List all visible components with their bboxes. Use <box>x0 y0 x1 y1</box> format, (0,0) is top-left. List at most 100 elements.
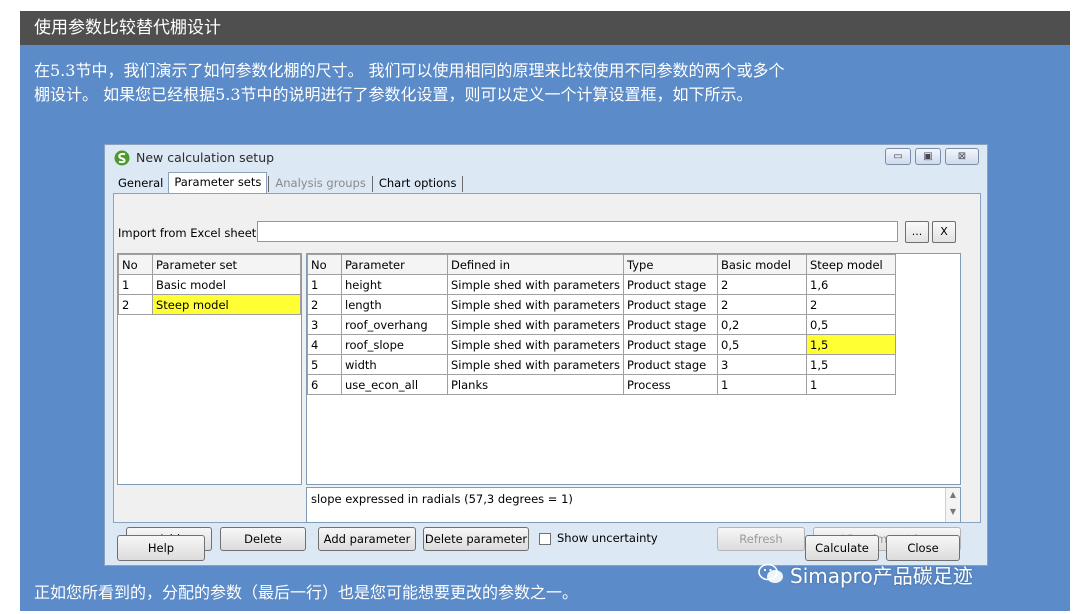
show-uncertainty-checkbox[interactable] <box>539 533 551 545</box>
delete-parameter-button[interactable]: Delete parameter <box>423 527 529 551</box>
cell: 2 <box>307 294 342 315</box>
parameter-table: No Parameter Defined in Type Basic model… <box>307 254 896 395</box>
table-row[interactable]: 5 width Simple shed with parameters Prod… <box>307 354 896 375</box>
table-row[interactable]: 6 use_econ_all Planks Process 1 1 <box>307 374 896 395</box>
cell: Simple shed with parameters <box>447 274 624 295</box>
cell: 3 <box>307 314 342 335</box>
cell: Simple shed with parameters <box>447 294 624 315</box>
cell: Product stage <box>623 334 718 355</box>
cell: 0,5 <box>717 334 807 355</box>
table-row[interactable]: 4 roof_slope Simple shed with parameters… <box>307 334 896 355</box>
column-header: Defined in <box>447 254 624 275</box>
show-uncertainty-label: Show uncertainty <box>557 531 658 545</box>
cell: 1 <box>717 374 807 395</box>
parameter-set-table: No Parameter set 1 Basic model 2 Steep m… <box>118 254 301 315</box>
table-header-row: No Parameter set <box>118 254 301 275</box>
cell: Simple shed with parameters <box>447 334 624 355</box>
cell: 0,5 <box>806 314 896 335</box>
table-row-selected[interactable]: 2 Steep model <box>118 294 301 315</box>
cell-set-name: Steep model <box>152 294 301 315</box>
refresh-button[interactable]: Refresh <box>717 527 805 551</box>
cell: 1 <box>806 374 896 395</box>
cell: Product stage <box>623 294 718 315</box>
minimize-icon: ▭ <box>893 151 903 162</box>
intro-line-1: 在5.3节中，我们演示了如何参数化棚的尺寸。 我们可以使用相同的原理来比较使用不… <box>34 61 785 80</box>
cell: 2 <box>806 294 896 315</box>
table-row[interactable]: 1 Basic model <box>118 274 301 295</box>
tab-analysis-groups[interactable]: Analysis groups <box>270 174 370 194</box>
column-header: Steep model <box>806 254 896 275</box>
intro-text: 在5.3节中，我们演示了如何参数化棚的尺寸。 我们可以使用相同的原理来比较使用不… <box>34 59 1064 107</box>
cell: 2 <box>717 274 807 295</box>
table-row[interactable]: 2 length Simple shed with parameters Pro… <box>307 294 896 315</box>
close-button[interactable]: Close <box>886 535 960 561</box>
cell: Process <box>623 374 718 395</box>
clear-import-button[interactable]: X <box>932 221 956 243</box>
import-excel-input[interactable] <box>257 221 898 242</box>
scroll-up-icon[interactable]: ▲ <box>946 490 960 499</box>
tab-separator <box>268 176 270 192</box>
close-window-button[interactable]: ⊠ <box>945 148 979 165</box>
column-header: Type <box>623 254 718 275</box>
column-header: No <box>118 254 153 275</box>
description-text: slope expressed in radials (57,3 degrees… <box>311 492 573 506</box>
scroll-down-icon[interactable]: ▼ <box>946 507 960 516</box>
browse-button[interactable]: ... <box>905 221 929 243</box>
cell: 2 <box>717 294 807 315</box>
table-row[interactable]: 3 roof_overhang Simple shed with paramet… <box>307 314 896 335</box>
window-title: New calculation setup <box>136 150 275 165</box>
column-header: Parameter set <box>152 254 301 275</box>
parameter-list: No Parameter Defined in Type Basic model… <box>306 253 961 485</box>
cell: roof_overhang <box>341 314 448 335</box>
cell: width <box>341 354 448 375</box>
minimize-button[interactable]: ▭ <box>885 148 911 165</box>
cell-no: 1 <box>118 274 153 295</box>
cell: Product stage <box>623 274 718 295</box>
import-label: Import from Excel sheet <box>118 226 257 240</box>
cell: 1,5 <box>806 354 896 375</box>
tab-general[interactable]: General <box>113 174 168 194</box>
cell: length <box>341 294 448 315</box>
add-parameter-button[interactable]: Add parameter <box>318 527 416 551</box>
cell-set-name: Basic model <box>152 274 301 295</box>
tab-separator <box>371 176 373 192</box>
intro-line-2: 棚设计。 如果您已经根据5.3节中的说明进行了参数化设置，则可以定义一个计算设置… <box>34 85 753 104</box>
tab-separator <box>462 176 464 192</box>
slide: 使用参数比较替代棚设计 在5.3节中，我们演示了如何参数化棚的尺寸。 我们可以使… <box>20 11 1070 611</box>
cell: Simple shed with parameters <box>447 354 624 375</box>
table-header-row: No Parameter Defined in Type Basic model… <box>307 254 896 275</box>
cell: height <box>341 274 448 295</box>
maximize-button[interactable]: ▣ <box>915 148 941 165</box>
cell: use_econ_all <box>341 374 448 395</box>
cell: 4 <box>307 334 342 355</box>
slide-header: 使用参数比较替代棚设计 <box>20 11 1070 45</box>
cell-highlighted[interactable]: 1,5 <box>806 334 896 355</box>
cell-no: 2 <box>118 294 153 315</box>
delete-set-button[interactable]: Delete <box>220 527 306 551</box>
cell: 3 <box>717 354 807 375</box>
tab-chart-options[interactable]: Chart options <box>374 174 462 194</box>
simapro-logo-icon <box>114 150 130 166</box>
cell: Simple shed with parameters <box>447 314 624 335</box>
tab-bar: General Parameter sets Analysis groups C… <box>113 172 464 194</box>
titlebar[interactable]: New calculation setup ▭ ▣ ⊠ <box>105 145 987 169</box>
column-header: Basic model <box>717 254 807 275</box>
calculation-setup-window: New calculation setup ▭ ▣ ⊠ General Para… <box>104 144 988 566</box>
close-icon: ⊠ <box>957 151 967 162</box>
outro-text: 正如您所看到的，分配的参数（最后一行）也是您可能想要更改的参数之一。 <box>34 583 579 602</box>
description-scrollbar[interactable]: ▲ ▼ <box>945 488 960 522</box>
parameter-description: slope expressed in radials (57,3 degrees… <box>306 487 961 523</box>
help-button[interactable]: Help <box>117 535 205 561</box>
table-row[interactable]: 1 height Simple shed with parameters Pro… <box>307 274 896 295</box>
column-header: Parameter <box>341 254 448 275</box>
tab-parameter-sets[interactable]: Parameter sets <box>168 172 268 194</box>
cell: Planks <box>447 374 624 395</box>
cell: 0,2 <box>717 314 807 335</box>
calculate-button[interactable]: Calculate <box>805 535 879 561</box>
cell: roof_slope <box>341 334 448 355</box>
cell: Product stage <box>623 314 718 335</box>
parameter-sets-panel: Import from Excel sheet ... X No Paramet… <box>113 193 981 523</box>
parameter-set-list: No Parameter set 1 Basic model 2 Steep m… <box>117 253 302 485</box>
cell: 6 <box>307 374 342 395</box>
column-header: No <box>307 254 342 275</box>
